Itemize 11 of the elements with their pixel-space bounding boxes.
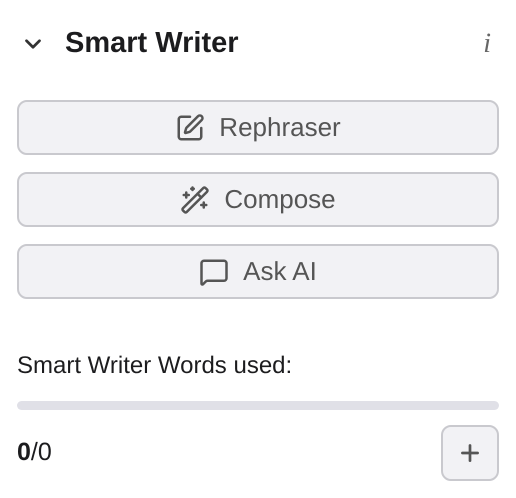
action-button[interactable]: Compose bbox=[17, 172, 499, 227]
chat-bubble-icon bbox=[199, 256, 230, 286]
magic-wand-icon bbox=[180, 184, 210, 214]
add-button[interactable] bbox=[441, 425, 499, 481]
action-button[interactable]: Rephraser bbox=[17, 100, 499, 155]
pencil-square-icon bbox=[175, 112, 206, 142]
usage-count: 0/0 bbox=[17, 437, 52, 468]
action-button[interactable]: Ask AI bbox=[17, 244, 499, 299]
info-icon[interactable]: i bbox=[483, 23, 491, 65]
section-title: Smart Writer bbox=[65, 26, 239, 62]
usage-label: Smart Writer Words used: bbox=[17, 351, 294, 381]
